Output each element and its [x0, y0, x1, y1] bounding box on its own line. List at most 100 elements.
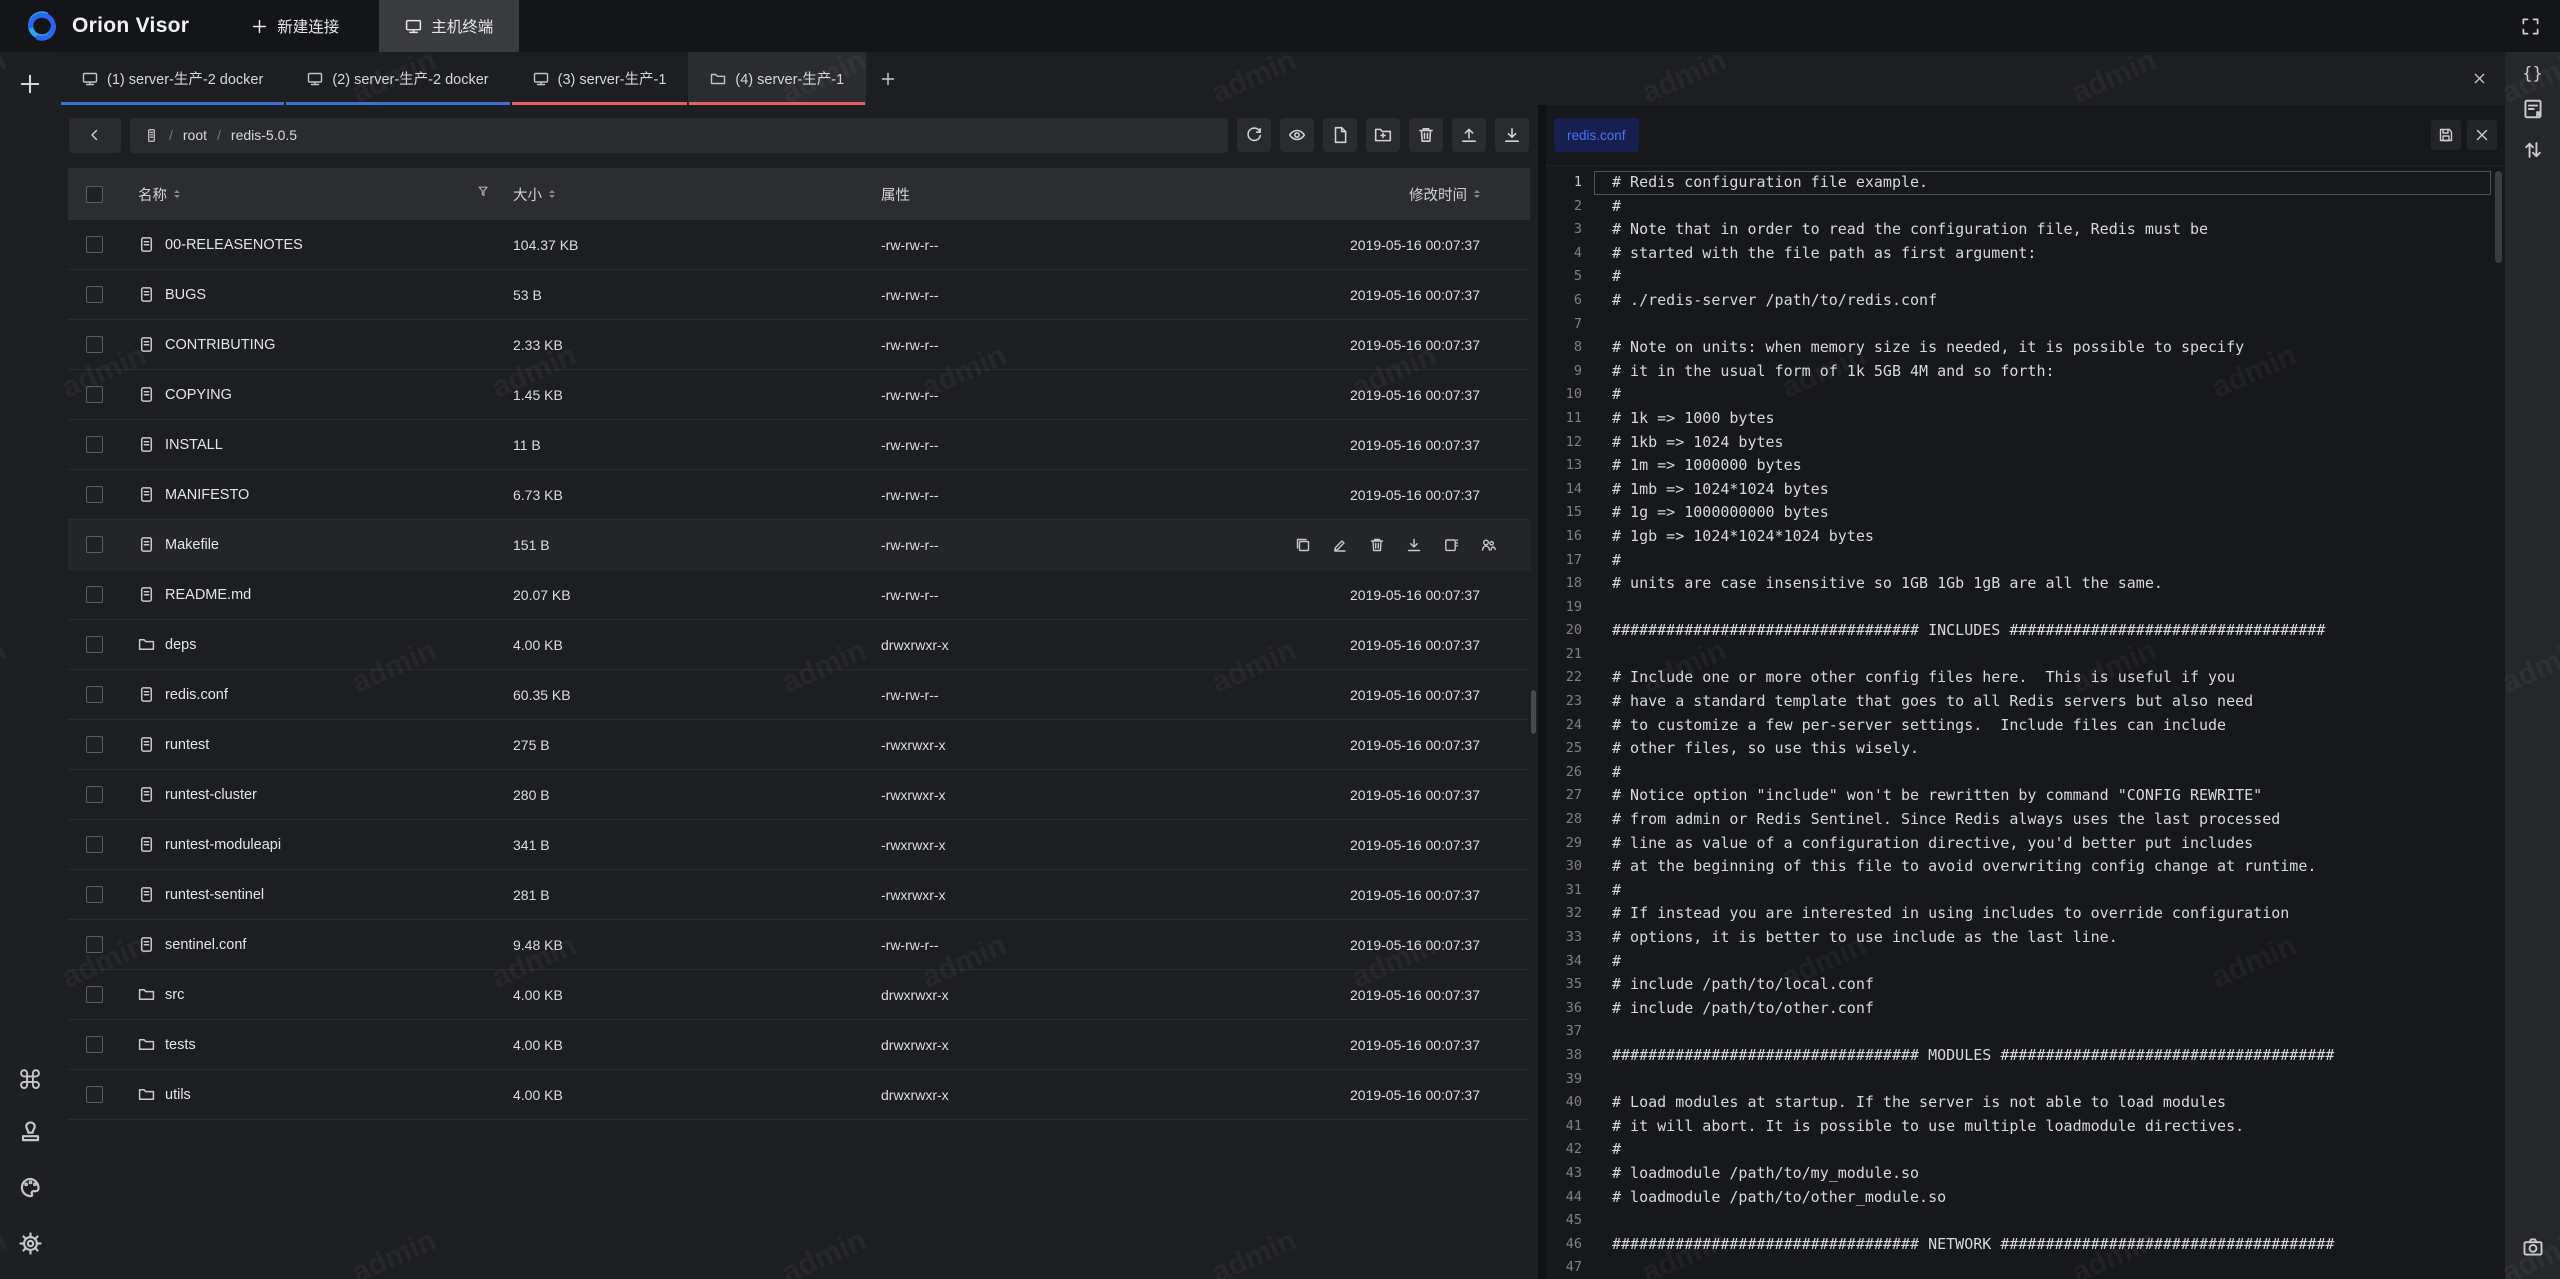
file-name[interactable]: sentinel.conf	[165, 937, 246, 953]
table-row[interactable]: runtest-moduleapi 341 B -rwxrwxr-x 2019-…	[68, 820, 1530, 870]
file-name[interactable]: CONTRIBUTING	[165, 337, 275, 353]
delete-button[interactable]	[1409, 118, 1443, 152]
new-folder-button[interactable]	[1366, 118, 1400, 152]
session-tab-2[interactable]: (2) server-生产-2 docker	[285, 52, 510, 105]
edit-pencil-icon[interactable]	[1332, 537, 1348, 553]
file-name[interactable]: README.md	[165, 587, 251, 603]
screenshot-button[interactable]	[2522, 1236, 2544, 1263]
row-checkbox[interactable]	[86, 1036, 103, 1053]
menu-new-connection[interactable]: 新建连接	[225, 0, 365, 52]
row-checkbox[interactable]	[86, 336, 103, 353]
row-checkbox[interactable]	[86, 386, 103, 403]
editor-scrollbar[interactable]	[2495, 171, 2502, 263]
row-checkbox[interactable]	[86, 486, 103, 503]
session-tab-1[interactable]: (1) server-生产-2 docker	[60, 52, 285, 105]
table-row[interactable]: README.md 20.07 KB -rw-rw-r-- 2019-05-16…	[68, 570, 1530, 620]
new-session-button[interactable]	[14, 68, 46, 100]
toggle-hidden-files-button[interactable]	[1280, 118, 1314, 152]
json-config-button[interactable]: {}	[2522, 64, 2542, 84]
file-name[interactable]: Makefile	[165, 537, 219, 553]
file-name[interactable]: INSTALL	[165, 437, 223, 453]
transfer-list-button[interactable]	[2522, 139, 2544, 166]
row-checkbox[interactable]	[86, 636, 103, 653]
settings-button[interactable]	[18, 1231, 43, 1261]
refresh-button[interactable]	[1237, 118, 1271, 152]
column-header-mtime[interactable]: 修改时间	[1409, 184, 1467, 205]
editor-file-tab[interactable]: redis.conf	[1554, 118, 1639, 152]
close-editor-button[interactable]	[2467, 120, 2497, 150]
new-tab-button[interactable]	[866, 52, 910, 105]
file-name[interactable]: deps	[165, 637, 196, 653]
row-checkbox[interactable]	[86, 536, 103, 553]
file-name[interactable]: src	[165, 987, 184, 1003]
breadcrumb-segment-root[interactable]: root	[183, 127, 207, 143]
file-name[interactable]: runtest	[165, 737, 209, 753]
row-checkbox[interactable]	[86, 786, 103, 803]
row-checkbox[interactable]	[86, 436, 103, 453]
table-row[interactable]: runtest-sentinel 281 B -rwxrwxr-x 2019-0…	[68, 870, 1530, 920]
back-button[interactable]	[69, 118, 121, 153]
editor-code[interactable]: 1 # Redis configuration file example. 2 …	[1546, 166, 2505, 1279]
row-checkbox[interactable]	[86, 736, 103, 753]
row-checkbox[interactable]	[86, 936, 103, 953]
table-row[interactable]: redis.conf 60.35 KB -rw-rw-r-- 2019-05-1…	[68, 670, 1530, 720]
fullscreen-button[interactable]	[2514, 10, 2546, 42]
row-checkbox[interactable]	[86, 886, 103, 903]
move-select-icon[interactable]	[1443, 537, 1459, 553]
shortcut-command-button[interactable]: ⌘	[17, 1067, 43, 1093]
theme-palette-button[interactable]	[18, 1175, 43, 1205]
row-checkbox[interactable]	[86, 836, 103, 853]
table-row[interactable]: 00-RELEASENOTES 104.37 KB -rw-rw-r-- 201…	[68, 220, 1530, 270]
file-name[interactable]: MANIFESTO	[165, 487, 249, 503]
session-tab-3[interactable]: (3) server-生产-1	[511, 52, 689, 105]
table-row[interactable]: MANIFESTO 6.73 KB -rw-rw-r-- 2019-05-16 …	[68, 470, 1530, 520]
file-name[interactable]: runtest-cluster	[165, 787, 257, 803]
file-name[interactable]: utils	[165, 1087, 191, 1103]
table-row[interactable]: sentinel.conf 9.48 KB -rw-rw-r-- 2019-05…	[68, 920, 1530, 970]
row-checkbox[interactable]	[86, 586, 103, 603]
file-name[interactable]: BUGS	[165, 287, 206, 303]
file-list-scrollbar[interactable]	[1531, 690, 1536, 734]
file-bookmark-button[interactable]	[2522, 98, 2544, 125]
row-checkbox[interactable]	[86, 286, 103, 303]
row-checkbox[interactable]	[86, 986, 103, 1003]
table-row[interactable]: COPYING 1.45 KB -rw-rw-r-- 2019-05-16 00…	[68, 370, 1530, 420]
column-header-name[interactable]: 名称	[138, 184, 167, 205]
table-row[interactable]: CONTRIBUTING 2.33 KB -rw-rw-r-- 2019-05-…	[68, 320, 1530, 370]
upload-button[interactable]	[1452, 118, 1486, 152]
breadcrumb-segment-folder[interactable]: redis-5.0.5	[231, 127, 297, 143]
close-all-tabs-button[interactable]	[2454, 52, 2505, 105]
copy-icon[interactable]	[1295, 537, 1311, 553]
table-row[interactable]: runtest 275 B -rwxrwxr-x 2019-05-16 00:0…	[68, 720, 1530, 770]
breadcrumb[interactable]: / root / redis-5.0.5	[130, 118, 1228, 153]
file-name[interactable]: runtest-moduleapi	[165, 837, 281, 853]
download-icon[interactable]	[1406, 537, 1422, 553]
row-checkbox[interactable]	[86, 236, 103, 253]
session-tab-4[interactable]: (4) server-生产-1	[688, 52, 866, 105]
file-name[interactable]: redis.conf	[165, 687, 228, 703]
table-row[interactable]: BUGS 53 B -rw-rw-r-- 2019-05-16 00:07:37	[68, 270, 1530, 320]
table-row[interactable]: utils 4.00 KB drwxrwxr-x 2019-05-16 00:0…	[68, 1070, 1530, 1120]
file-name[interactable]: tests	[165, 1037, 196, 1053]
table-row[interactable]: deps 4.00 KB drwxrwxr-x 2019-05-16 00:07…	[68, 620, 1530, 670]
sort-size-control[interactable]	[549, 190, 555, 198]
select-all-checkbox[interactable]	[86, 186, 103, 203]
panel-divider[interactable]	[1538, 105, 1546, 1279]
table-row[interactable]: INSTALL 11 B -rw-rw-r-- 2019-05-16 00:07…	[68, 420, 1530, 470]
filter-button[interactable]	[477, 185, 491, 203]
file-name[interactable]: COPYING	[165, 387, 232, 403]
file-name[interactable]: runtest-sentinel	[165, 887, 264, 903]
row-checkbox[interactable]	[86, 1086, 103, 1103]
trash-icon[interactable]	[1369, 537, 1385, 553]
sort-mtime-control[interactable]	[1474, 190, 1480, 198]
table-row[interactable]: runtest-cluster 280 B -rwxrwxr-x 2019-05…	[68, 770, 1530, 820]
download-button[interactable]	[1495, 118, 1529, 152]
save-file-button[interactable]	[2431, 120, 2461, 150]
file-name[interactable]: 00-RELEASENOTES	[165, 237, 303, 253]
menu-host-terminal[interactable]: 主机终端	[379, 0, 519, 52]
stamp-button[interactable]	[18, 1119, 43, 1149]
table-row[interactable]: src 4.00 KB drwxrwxr-x 2019-05-16 00:07:…	[68, 970, 1530, 1020]
table-row[interactable]: Makefile 151 B -rw-rw-r--	[68, 520, 1530, 570]
row-checkbox[interactable]	[86, 686, 103, 703]
table-row[interactable]: tests 4.00 KB drwxrwxr-x 2019-05-16 00:0…	[68, 1020, 1530, 1070]
